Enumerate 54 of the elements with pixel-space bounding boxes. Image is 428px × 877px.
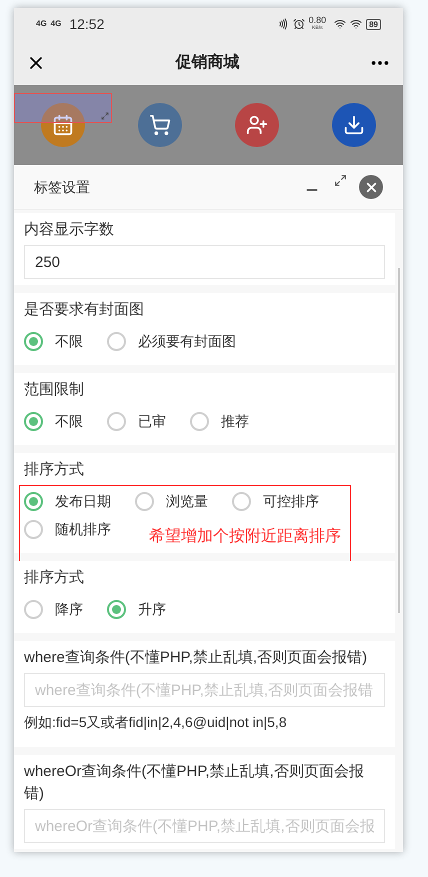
radio-button[interactable] <box>24 520 43 538</box>
radio-button[interactable] <box>107 600 126 618</box>
calendar-icon <box>52 114 74 136</box>
radio-option[interactable]: 发布日期 <box>24 487 111 515</box>
radio-option[interactable]: 升序 <box>107 595 166 623</box>
radio-button[interactable] <box>24 332 43 350</box>
shortcut-button[interactable] <box>40 103 85 147</box>
radio-option[interactable]: 推荐 <box>190 407 249 435</box>
radio-option[interactable]: 不限 <box>24 407 83 435</box>
shortcut-button[interactable] <box>235 103 280 147</box>
radio-option[interactable]: 降序 <box>24 595 83 623</box>
field-label: 范围限制 <box>24 380 85 400</box>
nav-title: 促销商城 <box>174 52 240 72</box>
alarm-icon <box>292 18 305 30</box>
radio-option[interactable]: 随机排序 <box>24 515 111 543</box>
shortcut-button[interactable] <box>332 103 376 147</box>
input-field[interactable]: whereOr查询条件(不懂PHP,禁止乱填,否则页面会报 <box>24 809 385 843</box>
field-label: 排序方式 <box>24 460 85 480</box>
dialog-title: 标签设置 <box>34 178 91 196</box>
field-label: 排序方式 <box>24 568 85 588</box>
radio-button[interactable] <box>24 492 43 510</box>
radio-option[interactable]: 不限 <box>24 327 83 355</box>
field-label: 是否要求有封面图 <box>24 300 145 320</box>
radio-option[interactable]: 可控排序 <box>232 487 319 515</box>
radio-button[interactable] <box>135 492 154 510</box>
nfc-icon <box>276 18 289 30</box>
annotation-note: 希望增加个按附近距离排序 <box>149 526 341 547</box>
shortcut-button[interactable] <box>138 103 182 147</box>
field-label: where查询条件(不懂PHP,禁止乱填,否则页面会报错) <box>24 648 368 668</box>
battery-indicator: 89 <box>366 18 381 30</box>
radio-button[interactable] <box>107 412 126 430</box>
cart-icon <box>148 114 171 136</box>
clock: 12:52 <box>69 14 104 34</box>
radio-button[interactable] <box>232 492 251 510</box>
signal-label: 4G <box>36 18 47 30</box>
user-add-icon <box>246 114 268 136</box>
download-icon <box>343 114 366 136</box>
close-button[interactable] <box>359 175 383 199</box>
radio-option[interactable]: 必须要有封面图 <box>107 327 236 355</box>
signal-label: 4G <box>50 18 62 30</box>
resize-icon <box>101 112 109 120</box>
input-field[interactable]: 250 <box>24 245 385 279</box>
radio-option[interactable]: 浏览量 <box>135 487 208 515</box>
input-field[interactable]: where查询条件(不懂PHP,禁止乱填,否则页面会报错 <box>24 673 385 707</box>
radio-button[interactable] <box>24 600 43 618</box>
hint-text: 例如:fid=5又或者fid|in|2,4,6@uid|not in|5,8 <box>24 713 288 732</box>
field-label: 内容显示字数 <box>24 220 115 240</box>
field-label: whereOr查询条件(不懂PHP,禁止乱填,否则页面会报错) <box>24 762 365 804</box>
radio-option[interactable]: 已审 <box>107 407 166 435</box>
radio-button[interactable] <box>190 412 209 430</box>
maximize-icon[interactable] <box>334 174 347 186</box>
radio-button[interactable] <box>24 412 43 430</box>
radio-button[interactable] <box>107 332 126 350</box>
network-speed: 0.80 <box>308 16 326 24</box>
